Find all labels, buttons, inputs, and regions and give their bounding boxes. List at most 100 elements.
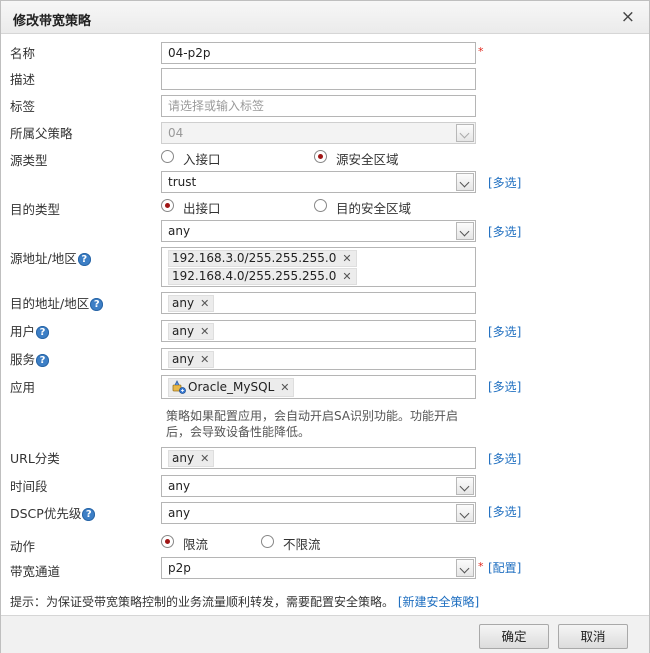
parent-policy-label: 所属父策略 (10, 126, 73, 141)
tag-label: 标签 (10, 99, 36, 114)
remove-tag-icon[interactable]: ✕ (200, 325, 209, 338)
url-multi-link[interactable]: [多选] (488, 450, 521, 467)
required-marker: * (478, 560, 484, 573)
radio-out-interface-label: 出接口 (183, 201, 221, 216)
remove-tag-icon[interactable]: ✕ (200, 452, 209, 465)
service-label: 服务? (10, 349, 50, 368)
help-icon[interactable]: ? (77, 253, 91, 266)
remove-tag-icon[interactable]: ✕ (342, 270, 351, 283)
chevron-down-icon[interactable] (456, 222, 474, 240)
dscp-label: DSCP优先级? (10, 503, 96, 522)
dscp-select[interactable]: any (161, 502, 476, 524)
tag-text: any (172, 352, 195, 366)
remove-tag-icon[interactable]: ✕ (280, 381, 289, 394)
url-tagbox[interactable]: any ✕ (161, 447, 476, 469)
dscp-multi-link[interactable]: [多选] (488, 503, 521, 520)
dscp-label-text: DSCP优先级 (10, 506, 82, 521)
service-tag: any ✕ (168, 351, 215, 368)
out-interface-multi-link[interactable]: [多选] (488, 223, 521, 240)
channel-value: p2p (168, 561, 191, 575)
src-zone-value: trust (168, 175, 197, 189)
user-label: 用户? (10, 321, 50, 340)
dst-addr-tag: any ✕ (168, 295, 215, 312)
name-label: 名称 (10, 46, 36, 61)
chevron-down-icon[interactable] (456, 559, 474, 577)
chevron-down-icon[interactable] (456, 173, 474, 191)
user-label-text: 用户 (10, 324, 36, 339)
src-addr-tagbox[interactable]: 192.168.3.0/255.255.255.0 ✕ 192.168.4.0/2… (161, 247, 476, 287)
time-select[interactable]: any (161, 475, 476, 497)
tag-input[interactable]: 请选择或输入标签 (161, 95, 476, 117)
user-multi-link[interactable]: [多选] (488, 323, 521, 340)
src-addr-label-text: 源地址/地区 (10, 251, 77, 266)
app-tag: Oracle_MySQL ✕ (168, 378, 295, 397)
dialog-titlebar: 修改带宽策略 × (1, 1, 649, 34)
help-icon[interactable]: ? (36, 354, 50, 367)
action-label: 动作 (10, 539, 36, 554)
radio-limit-label: 限流 (183, 537, 209, 552)
radio-src-zone[interactable] (314, 150, 327, 163)
service-label-text: 服务 (10, 352, 36, 367)
user-tag: any ✕ (168, 323, 215, 340)
src-zone-select[interactable]: trust (161, 171, 476, 193)
channel-label: 带宽通道 (10, 564, 61, 579)
tag-text: any (172, 451, 195, 465)
radio-out-interface[interactable] (161, 199, 174, 212)
desc-label: 描述 (10, 72, 36, 87)
dialog-title: 修改带宽策略 (13, 14, 92, 29)
cancel-button[interactable]: 取消 (558, 624, 628, 649)
time-value: any (168, 479, 191, 493)
chevron-down-icon[interactable] (456, 477, 474, 495)
chevron-down-icon[interactable] (456, 504, 474, 522)
dst-addr-label: 目的地址/地区? (10, 293, 104, 312)
user-tagbox[interactable]: any ✕ (161, 320, 476, 342)
tag-text: any (172, 324, 195, 338)
tag-text: 192.168.3.0/255.255.255.0 (172, 251, 337, 265)
help-icon[interactable]: ? (82, 508, 96, 521)
channel-select[interactable]: p2p (161, 557, 476, 579)
new-security-policy-link[interactable]: [新建安全策略] (398, 595, 479, 609)
remove-tag-icon[interactable]: ✕ (342, 252, 351, 265)
radio-no-limit[interactable] (261, 535, 274, 548)
tag-text: any (172, 296, 195, 310)
out-interface-select[interactable]: any (161, 220, 476, 242)
desc-input[interactable] (161, 68, 476, 90)
src-type-label: 源类型 (10, 153, 48, 168)
service-tagbox[interactable]: any ✕ (161, 348, 476, 370)
app-plug-icon (172, 380, 186, 394)
remove-tag-icon[interactable]: ✕ (200, 353, 209, 366)
required-marker: * (478, 45, 484, 58)
help-icon[interactable]: ? (36, 326, 50, 339)
src-addr-tag: 192.168.4.0/255.255.255.0 ✕ (168, 268, 357, 285)
app-note: 策略如果配置应用，会自动开启SA识别功能。功能开启后，会导致设备性能降低。 (166, 409, 459, 439)
src-zone-multi-link[interactable]: [多选] (488, 174, 521, 191)
radio-no-limit-label: 不限流 (283, 537, 321, 552)
radio-in-interface[interactable] (161, 150, 174, 163)
remove-tag-icon[interactable]: ✕ (200, 297, 209, 310)
src-addr-tag: 192.168.3.0/255.255.255.0 ✕ (168, 250, 357, 267)
dst-addr-tagbox[interactable]: any ✕ (161, 292, 476, 314)
channel-config-link[interactable]: [配置] (488, 559, 521, 576)
radio-dst-zone[interactable] (314, 199, 327, 212)
radio-dst-zone-label: 目的安全区域 (336, 201, 412, 216)
close-icon[interactable]: × (621, 7, 635, 27)
dscp-value: any (168, 506, 191, 520)
radio-limit[interactable] (161, 535, 174, 548)
dst-type-label: 目的类型 (10, 202, 61, 217)
radio-in-interface-label: 入接口 (183, 152, 221, 167)
out-interface-value: any (168, 224, 191, 238)
url-label: URL分类 (10, 451, 60, 466)
app-tagbox[interactable]: Oracle_MySQL ✕ (161, 375, 476, 399)
url-tag: any ✕ (168, 450, 215, 467)
name-input[interactable] (161, 42, 476, 64)
time-label: 时间段 (10, 479, 48, 494)
edit-bandwidth-policy-dialog: 修改带宽策略 × 名称 * 描述 标签 请选择或输入标签 所属父策略 04 源类… (0, 0, 650, 653)
help-icon[interactable]: ? (90, 298, 104, 311)
ok-button[interactable]: 确定 (479, 624, 549, 649)
chevron-down-icon (456, 124, 474, 142)
app-label: 应用 (10, 380, 36, 395)
app-multi-link[interactable]: [多选] (488, 378, 521, 395)
hint-text: 提示：为保证受带宽策略控制的业务流量顺利转发，需要配置安全策略。 [新建安全策略… (10, 593, 479, 610)
parent-policy-value: 04 (168, 126, 184, 140)
src-addr-label: 源地址/地区? (10, 248, 91, 267)
